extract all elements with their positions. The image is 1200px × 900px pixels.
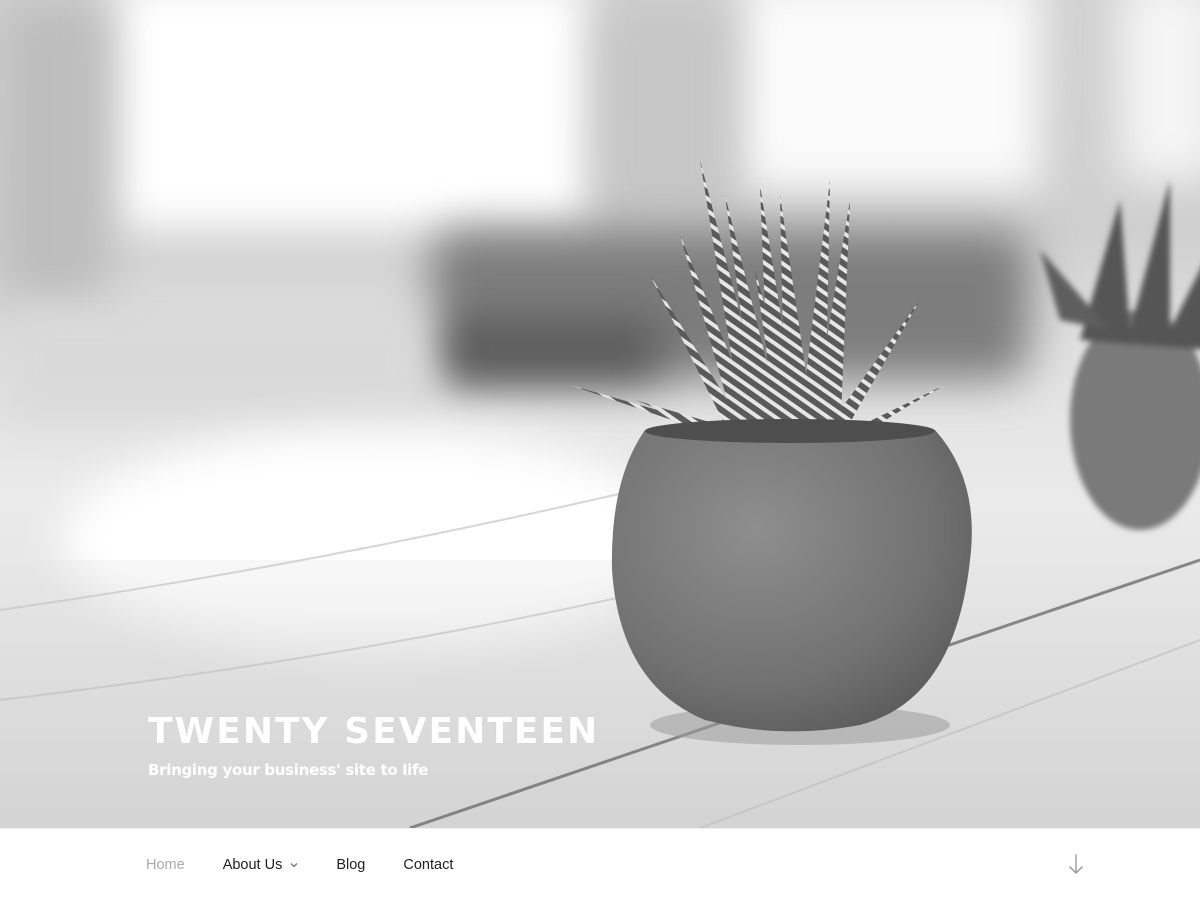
chevron-down-icon — [290, 863, 298, 868]
nav-item-about-us[interactable]: About Us — [223, 857, 299, 873]
site-description: Bringing your business' site to life — [148, 761, 429, 779]
nav-item-blog[interactable]: Blog — [336, 857, 365, 873]
header-hero: TWENTY SEVENTEEN Bringing your business'… — [0, 0, 1200, 828]
site-branding: TWENTY SEVENTEEN Bringing your business'… — [148, 712, 599, 780]
succulent-plant — [570, 160, 972, 732]
nav-item-home[interactable]: Home — [146, 857, 185, 873]
nav-item-label: Blog — [336, 857, 366, 873]
main-navigation: Home About Us Blog Contact — [0, 828, 1200, 900]
nav-item-label: Contact — [403, 857, 454, 873]
nav-item-contact[interactable]: Contact — [403, 857, 453, 873]
second-plant — [1040, 180, 1200, 530]
site-title[interactable]: TWENTY SEVENTEEN — [148, 712, 599, 752]
nav-item-label: About Us — [222, 857, 283, 873]
nav-item-label: Home — [146, 857, 185, 873]
arrow-down-icon[interactable] — [1066, 853, 1086, 877]
nav-menu: Home About Us Blog Contact — [146, 829, 491, 900]
